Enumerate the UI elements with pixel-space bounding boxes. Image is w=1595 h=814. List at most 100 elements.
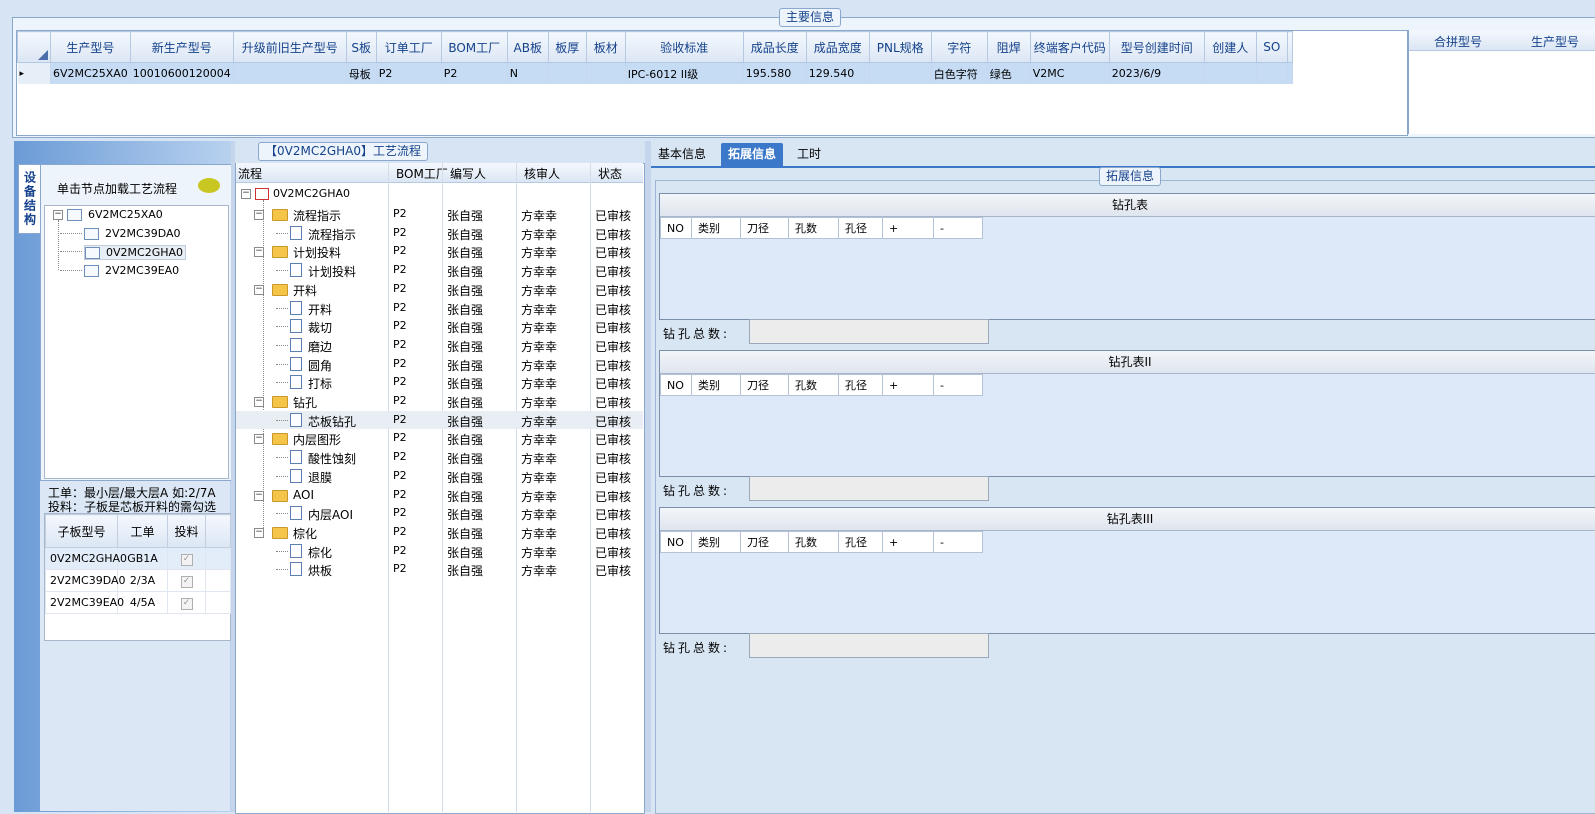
col-feed[interactable]: 投料 xyxy=(167,514,206,548)
table-row[interactable]: 磨边 P2 张自强 方幸幸 已审核 xyxy=(236,336,643,354)
grid-corner[interactable] xyxy=(17,31,51,63)
collapse-icon[interactable]: − xyxy=(254,527,264,538)
col-header[interactable]: S板 xyxy=(345,31,377,63)
table-row[interactable]: 裁切 P2 张自强 方幸幸 已审核 xyxy=(236,317,643,335)
table-row[interactable]: 计划投料 P2 张自强 方幸幸 已审核 xyxy=(236,261,643,279)
drill-table-1[interactable]: 钻孔表 NO 类别 刀径 孔数 孔径 + - xyxy=(659,193,1595,320)
remove-row-button[interactable]: - xyxy=(933,531,983,553)
col-header[interactable]: 成品宽度 xyxy=(805,31,870,63)
table-row[interactable]: 芯板钻孔 P2 张自强 方幸幸 已审核 xyxy=(236,410,643,429)
tree-node-child[interactable]: 2V2MC39EA0 xyxy=(84,264,179,277)
drill-total-field[interactable] xyxy=(749,476,989,501)
collapse-icon[interactable]: − xyxy=(254,490,264,501)
drill-table-3[interactable]: 钻孔表III NO 类别 刀径 孔数 孔径 + - xyxy=(659,507,1595,634)
collapse-icon[interactable]: − xyxy=(254,397,264,407)
collapse-icon[interactable]: − xyxy=(254,284,264,295)
drill-col-header[interactable]: 类别 xyxy=(691,217,741,239)
table-row[interactable]: − 开料 P2 张自强 方幸幸 已审核 xyxy=(236,280,643,298)
col-header[interactable]: 字符 xyxy=(930,31,988,63)
order-cell[interactable]: 4/5A xyxy=(117,591,168,614)
table-row[interactable]: 2V2MC39EA0 4/5A ✓ xyxy=(45,591,231,614)
table-row[interactable]: 开料 P2 张自强 方幸幸 已审核 xyxy=(236,299,643,317)
drill-col-header[interactable]: 孔径 xyxy=(838,217,883,239)
tree-node-child[interactable]: 2V2MC39DA0 xyxy=(84,227,181,240)
drill-total-field[interactable] xyxy=(749,633,989,658)
table-row[interactable]: 烘板 P2 张自强 方幸幸 已审核 xyxy=(236,560,643,578)
drill-col-header[interactable]: 孔数 xyxy=(788,217,839,239)
table-row[interactable]: − 钻孔 P2 张自强 方幸幸 已审核 xyxy=(236,392,643,410)
col-header[interactable]: 阻焊 xyxy=(986,31,1031,63)
remove-row-button[interactable]: - xyxy=(933,374,983,396)
col-header[interactable]: 创建人 xyxy=(1203,31,1257,63)
main-info-row[interactable]: ▸ 6V2MC25XA0 10010600120004 母板 P2 P2 N IPC-601… xyxy=(17,62,1293,84)
col-header[interactable]: 板材 xyxy=(585,31,626,63)
drill-col-header[interactable]: 孔径 xyxy=(838,374,883,396)
col-header[interactable]: 成品长度 xyxy=(742,31,807,63)
col-reviewer[interactable]: 核审人 xyxy=(524,165,560,182)
table-row[interactable]: − AOI P2 张自强 方幸幸 已审核 xyxy=(236,486,643,504)
col-bom-factory[interactable]: BOM工厂 xyxy=(396,165,448,182)
drill-col-header[interactable]: 刀径 xyxy=(740,217,789,239)
merge-model-header[interactable]: 合拼型号 xyxy=(1434,33,1482,50)
feed-checkbox[interactable]: ✓ xyxy=(180,598,193,610)
col-writer[interactable]: 编写人 xyxy=(450,165,486,182)
collapse-icon[interactable]: − xyxy=(241,189,251,199)
process-root[interactable]: −0V2MC2GHA0 xyxy=(241,187,350,200)
col-header[interactable]: BOM工厂 xyxy=(440,31,508,63)
collapse-icon[interactable]: − xyxy=(254,210,264,220)
drill-col-header[interactable]: 类别 xyxy=(691,531,741,553)
col-status[interactable]: 状态 xyxy=(598,165,622,182)
feed-checkbox[interactable]: ✓ xyxy=(180,576,193,588)
col-header[interactable]: SO xyxy=(1255,31,1288,63)
table-row[interactable]: − 流程指示 P2 张自强 方幸幸 已审核 xyxy=(236,205,643,223)
merge-model-grid[interactable]: 合拼型号 生产型号 xyxy=(1408,30,1595,134)
table-row[interactable]: 退膜 P2 张自强 方幸幸 已审核 xyxy=(236,467,643,485)
tab-work-hours[interactable]: 工时 xyxy=(790,143,828,167)
col-header[interactable]: 终端客户代码 xyxy=(1029,31,1110,63)
remove-row-button[interactable]: - xyxy=(933,217,983,239)
col-header[interactable]: 订单工厂 xyxy=(375,31,442,63)
drill-table-2[interactable]: 钻孔表II NO 类别 刀径 孔数 孔径 + - xyxy=(659,350,1595,477)
drill-col-header[interactable]: NO xyxy=(660,374,692,396)
table-row[interactable]: 打标 P2 张自强 方幸幸 已审核 xyxy=(236,373,643,391)
collapse-icon[interactable]: − xyxy=(254,434,264,445)
table-row[interactable]: − 计划投料 P2 张自强 方幸幸 已审核 xyxy=(236,242,643,260)
col-process[interactable]: 流程 xyxy=(238,165,262,182)
col-work-order[interactable]: 工单 xyxy=(117,514,168,548)
table-row[interactable]: 流程指示 P2 张自强 方幸幸 已审核 xyxy=(236,224,643,242)
table-row[interactable]: 2V2MC39DA0 2/3A ✓ xyxy=(45,569,231,592)
table-row[interactable]: 0V2MC2GHA0 GB1A ✓ xyxy=(45,547,231,570)
drill-col-header[interactable]: 孔径 xyxy=(838,531,883,553)
add-row-button[interactable]: + xyxy=(882,217,934,239)
col-header[interactable]: 板厚 xyxy=(547,31,587,63)
add-row-button[interactable]: + xyxy=(882,374,934,396)
table-row[interactable]: 酸性蚀刻 P2 张自强 方幸幸 已审核 xyxy=(236,448,643,466)
collapse-icon[interactable]: − xyxy=(53,210,63,220)
drill-col-header[interactable]: NO xyxy=(660,531,692,553)
col-header[interactable]: 生产型号 xyxy=(50,31,131,63)
table-row[interactable]: 棕化 P2 张自强 方幸幸 已审核 xyxy=(236,542,643,560)
sub-board-grid[interactable]: 子板型号 工单 投料 0V2MC2GHA0 GB1A ✓ 2V2MC39DA0 … xyxy=(44,513,231,641)
col-header[interactable]: 新生产型号 xyxy=(129,31,234,63)
drill-col-header[interactable]: 孔数 xyxy=(788,531,839,553)
tree-node-child-selected[interactable]: 0V2MC2GHA0 xyxy=(84,245,187,260)
tab-basic-info[interactable]: 基本信息 xyxy=(651,143,713,167)
main-info-grid[interactable]: 生产型号 新生产型号 升级前旧生产型号 S板 订单工厂 BOM工厂 AB板 板厚 板材 验收标准成… xyxy=(16,30,1408,136)
table-row[interactable]: 圆角 P2 张自强 方幸幸 已审核 xyxy=(236,355,643,373)
col-header[interactable]: PNL规格 xyxy=(868,31,932,63)
drill-col-header[interactable]: 刀径 xyxy=(740,531,789,553)
tab-extended-info[interactable]: 拓展信息 xyxy=(721,143,784,167)
col-header[interactable]: 验收标准 xyxy=(624,31,744,63)
table-row[interactable]: − 内层图形 P2 张自强 方幸幸 已审核 xyxy=(236,429,643,447)
drill-col-header[interactable]: 刀径 xyxy=(740,374,789,396)
drill-col-header[interactable]: NO xyxy=(660,217,692,239)
col-header[interactable]: 升级前旧生产型号 xyxy=(232,31,347,63)
table-row[interactable]: 内层AOI P2 张自强 方幸幸 已审核 xyxy=(236,504,643,522)
col-header[interactable]: AB板 xyxy=(506,31,549,63)
collapse-icon[interactable]: − xyxy=(254,247,264,258)
drill-total-field[interactable] xyxy=(749,319,989,344)
merge-prod-model-header[interactable]: 生产型号 xyxy=(1531,33,1579,50)
col-header[interactable]: 型号创建时间 xyxy=(1108,31,1205,63)
table-row[interactable]: − 棕化 P2 张自强 方幸幸 已审核 xyxy=(236,523,643,541)
tab-equipment-structure[interactable]: 设备结构 xyxy=(18,164,41,234)
